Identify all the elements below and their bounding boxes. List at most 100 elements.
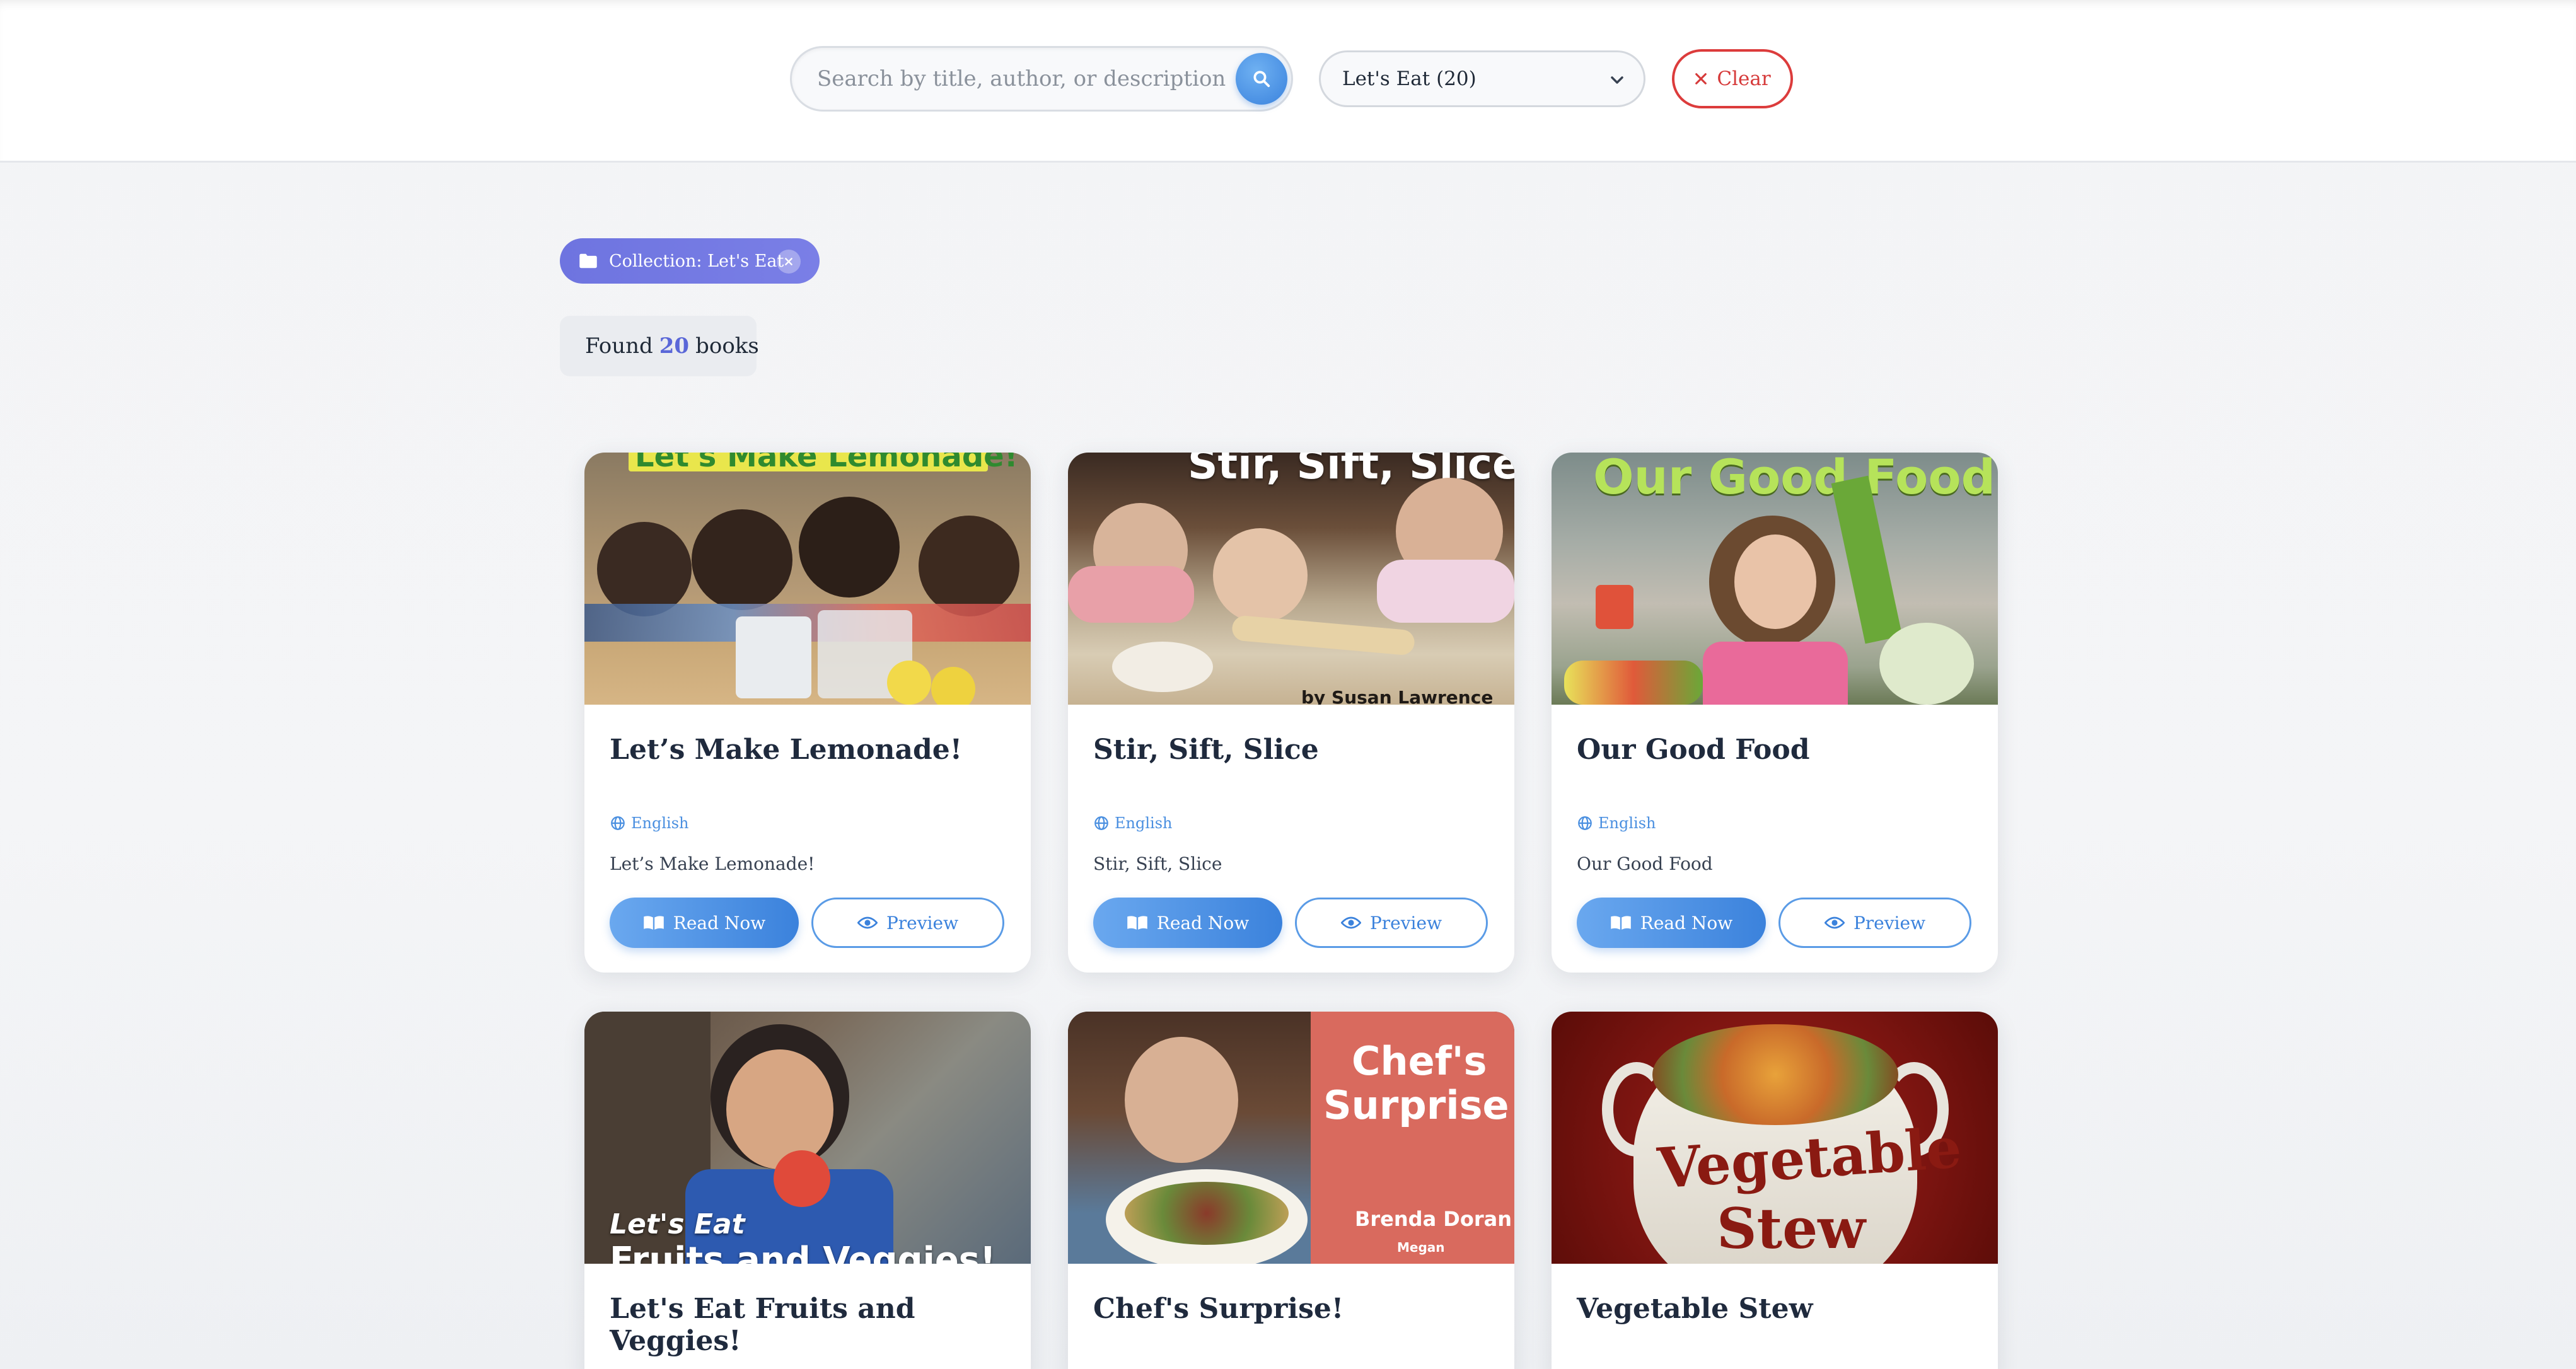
preview-label: Preview	[1369, 912, 1442, 933]
collection-select-value: Let's Eat (20)	[1342, 67, 1477, 90]
book-language-label: English	[1598, 814, 1656, 832]
book-cover[interactable]: Vegetable Stew	[1552, 1012, 1998, 1264]
rolling-pin-illustration	[1231, 615, 1416, 656]
tomato-illustration	[774, 1150, 830, 1207]
child-illustration	[726, 1049, 833, 1169]
book-card[interactable]: Our Good Food Our Good Food English Our …	[1552, 453, 1998, 973]
book-open-icon	[643, 916, 664, 930]
book-card[interactable]: Vegetable Stew Vegetable Stew	[1552, 1012, 1998, 1369]
book-title[interactable]: Let's Eat Fruits and Veggies!	[610, 1293, 1031, 1357]
results-count: Found 20 books	[560, 316, 759, 376]
read-now-label: Read Now	[1640, 912, 1733, 933]
book-cover[interactable]: Chef's Surprise! Brenda Doran Megan	[1068, 1012, 1514, 1264]
cover-title-line1: Chef's	[1352, 1038, 1487, 1084]
cover-credit-text: by Susan Lawrence	[1301, 687, 1494, 705]
book-cover[interactable]: Our Good Food	[1552, 453, 1998, 705]
kitchen-item-illustration	[1596, 585, 1633, 629]
read-now-label: Read Now	[1156, 912, 1250, 933]
book-cover[interactable]: Stir, Sift, Slice by Susan Lawrence	[1068, 453, 1514, 705]
cover-title-line2: Surprise!	[1323, 1082, 1514, 1128]
search-input[interactable]	[817, 48, 1227, 110]
search-icon	[1253, 71, 1270, 88]
lemon-illustration	[887, 661, 931, 705]
cover-title-line1: Let's Eat	[610, 1208, 745, 1240]
shirt-illustration	[1068, 566, 1194, 623]
book-language-label: English	[1115, 814, 1173, 832]
shirt-illustration	[1703, 642, 1848, 705]
eye-icon	[1824, 916, 1845, 929]
read-now-label: Read Now	[673, 912, 766, 933]
cover-title-line2: Stew	[1717, 1196, 1865, 1261]
vegetables-illustration	[1564, 661, 1703, 705]
child-illustration	[597, 522, 692, 616]
results-count-value: 20	[659, 333, 690, 359]
book-cover[interactable]: Let's Eat Fruits and Veggies!	[584, 1012, 1031, 1264]
collection-filter-chip: Collection: Let's Eat	[560, 238, 820, 284]
clear-button[interactable]: Clear	[1672, 49, 1793, 108]
book-title[interactable]: Stir, Sift, Slice	[1093, 734, 1319, 766]
book-card[interactable]: Stir, Sift, Slice by Susan Lawrence Stir…	[1068, 453, 1514, 973]
book-language: English	[610, 814, 688, 832]
book-language: English	[1577, 814, 1656, 832]
clear-button-label: Clear	[1717, 67, 1771, 90]
book-title[interactable]: Our Good Food	[1577, 734, 1809, 766]
child-illustration	[799, 497, 900, 598]
search-button[interactable]	[1236, 53, 1287, 105]
book-title[interactable]: Let’s Make Lemonade!	[610, 734, 962, 766]
preview-button[interactable]: Preview	[1295, 898, 1488, 948]
child-illustration	[692, 509, 792, 610]
stew-illustration	[1652, 1024, 1898, 1125]
lemon-illustration	[931, 667, 975, 705]
book-card[interactable]: Chef's Surprise! Brenda Doran Megan Chef…	[1068, 1012, 1514, 1369]
salad-illustration	[1125, 1182, 1289, 1245]
filter-chip-label: Collection: Let's Eat	[609, 251, 784, 271]
results-prefix: Found	[585, 333, 653, 359]
container-illustration	[736, 616, 811, 698]
globe-icon	[611, 816, 625, 830]
globe-icon	[1094, 816, 1108, 830]
cabbage-illustration	[1879, 623, 1974, 705]
collection-select[interactable]: Let's Eat (20)	[1319, 50, 1645, 107]
book-description: Let’s Make Lemonade!	[610, 853, 815, 874]
cover-title-text: Our Good Food	[1593, 453, 1995, 505]
child-illustration	[1734, 534, 1816, 629]
chevron-down-icon	[1611, 76, 1623, 84]
bowl-illustration	[1112, 642, 1213, 692]
book-card[interactable]: Let's Eat Fruits and Veggies! Let's Eat …	[584, 1012, 1031, 1369]
book-title[interactable]: Chef's Surprise!	[1093, 1293, 1343, 1325]
close-icon	[1695, 73, 1707, 84]
eye-icon	[1340, 916, 1361, 929]
remove-filter-button[interactable]	[777, 250, 801, 274]
read-now-button[interactable]: Read Now	[610, 898, 799, 948]
folder-icon	[579, 253, 597, 269]
shirt-illustration	[1377, 560, 1514, 623]
book-card[interactable]: Let's Make Lemonade! Let’s Make Lemonade…	[584, 453, 1031, 973]
cover-author: Brenda Doran	[1355, 1207, 1512, 1231]
book-cover[interactable]: Let's Make Lemonade!	[584, 453, 1031, 705]
child-illustration	[1125, 1037, 1238, 1163]
cover-title-text: Let's Make Lemonade!	[635, 453, 1018, 474]
globe-icon	[1578, 816, 1592, 830]
close-icon	[785, 258, 792, 265]
child-illustration	[919, 516, 1019, 616]
read-now-button[interactable]: Read Now	[1577, 898, 1766, 948]
read-now-button[interactable]: Read Now	[1093, 898, 1282, 948]
book-open-icon	[1610, 916, 1631, 930]
results-suffix: books	[695, 333, 759, 359]
preview-label: Preview	[1853, 912, 1926, 933]
book-description: Stir, Sift, Slice	[1093, 853, 1222, 874]
book-language-label: English	[631, 814, 689, 832]
book-description: Our Good Food	[1577, 853, 1713, 874]
book-language: English	[1093, 814, 1172, 832]
eye-icon	[857, 916, 878, 929]
preview-button[interactable]: Preview	[811, 898, 1004, 948]
preview-button[interactable]: Preview	[1778, 898, 1971, 948]
preview-label: Preview	[886, 912, 959, 933]
cover-title-line2: Fruits and Veggies!	[610, 1240, 996, 1264]
search-box[interactable]	[790, 46, 1293, 112]
cover-illustrator: Megan	[1397, 1240, 1445, 1255]
book-title[interactable]: Vegetable Stew	[1577, 1293, 1813, 1325]
top-search-bar: Let's Eat (20) Clear	[0, 0, 2576, 163]
child-illustration	[1213, 528, 1308, 623]
book-open-icon	[1127, 916, 1147, 930]
